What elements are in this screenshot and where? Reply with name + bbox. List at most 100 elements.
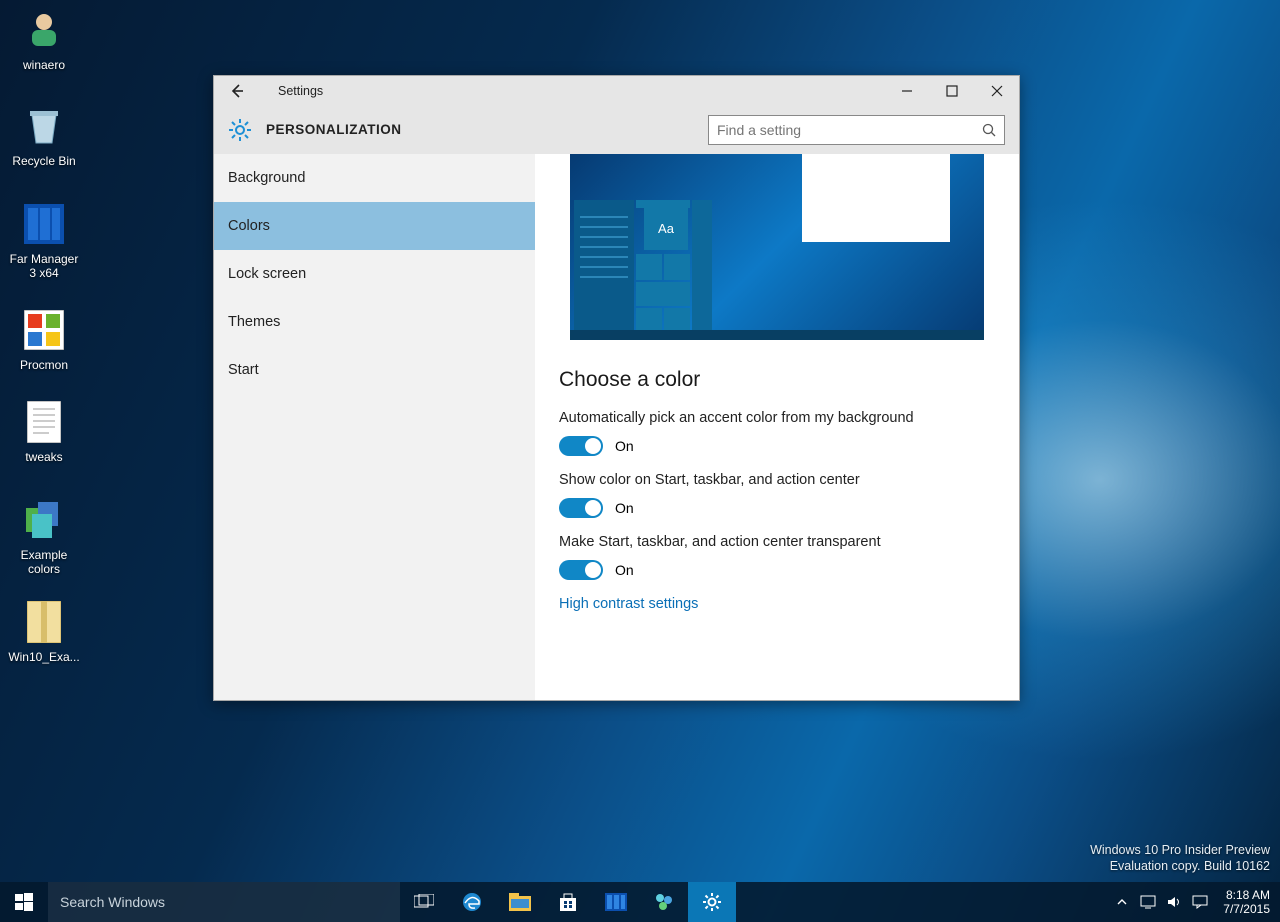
taskbar-app-far-manager[interactable] <box>592 882 640 922</box>
sidebar-item-label: Colors <box>228 218 270 234</box>
maximize-button[interactable] <box>929 76 974 106</box>
network-icon <box>1140 895 1156 909</box>
taskbar-app-edge[interactable] <box>448 882 496 922</box>
watermark-line: Evaluation copy. Build 10162 <box>1090 858 1270 874</box>
windows-logo-icon <box>15 893 33 911</box>
desktop-icon-winaero[interactable]: winaero <box>6 6 82 72</box>
close-icon <box>991 85 1003 97</box>
preview-tiles-icon <box>636 200 712 330</box>
gear-icon <box>228 118 252 142</box>
option-label: Automatically pick an accent color from … <box>559 410 995 426</box>
taskbar-clock[interactable]: 8:18 AM 7/7/2015 <box>1213 888 1280 916</box>
option-show-color: Show color on Start, taskbar, and action… <box>559 472 995 518</box>
app-icon <box>653 891 675 913</box>
desktop: winaero Recycle Bin Far Manager 3 x64 Pr… <box>0 0 1280 922</box>
taskbar-search-placeholder: Search Windows <box>60 894 165 910</box>
desktop-icon-recycle-bin[interactable]: Recycle Bin <box>6 102 82 168</box>
chevron-up-icon <box>1117 897 1127 907</box>
desktop-icon-procmon[interactable]: Procmon <box>6 306 82 372</box>
header-title: PERSONALIZATION <box>266 122 402 137</box>
action-center-icon <box>1192 895 1208 909</box>
taskbar-app-explorer[interactable] <box>496 882 544 922</box>
titlebar[interactable]: Settings <box>214 76 1019 106</box>
option-label: Show color on Start, taskbar, and action… <box>559 472 995 488</box>
zip-file-icon <box>20 598 68 646</box>
toggle-auto-accent[interactable] <box>559 436 603 456</box>
registry-icon <box>20 496 68 544</box>
minimize-button[interactable] <box>884 76 929 106</box>
section-heading: Choose a color <box>559 368 995 392</box>
sidebar-item-label: Themes <box>228 314 280 330</box>
edge-icon <box>461 891 483 913</box>
back-arrow-icon <box>229 83 245 99</box>
desktop-icon-label: winaero <box>6 58 82 72</box>
sidebar-item-start[interactable]: Start <box>214 346 535 394</box>
app-icon <box>605 893 627 911</box>
gear-icon <box>702 892 722 912</box>
watermark-line: Windows 10 Pro Insider Preview <box>1090 842 1270 858</box>
tray-network-button[interactable] <box>1135 882 1161 922</box>
sidebar: Background Colors Lock screen Themes Sta… <box>214 154 535 700</box>
desktop-icon-label: tweaks <box>6 450 82 464</box>
start-button[interactable] <box>0 882 48 922</box>
desktop-icon-label: Recycle Bin <box>6 154 82 168</box>
preview-window-icon <box>802 154 950 242</box>
desktop-icon-label: Far Manager 3 x64 <box>6 252 82 280</box>
desktop-icon-far-manager[interactable]: Far Manager 3 x64 <box>6 200 82 280</box>
back-button[interactable] <box>214 76 260 106</box>
option-transparent: Make Start, taskbar, and action center t… <box>559 534 995 580</box>
desktop-icon-label: Example colors <box>6 548 82 576</box>
search-input[interactable] <box>717 122 982 138</box>
taskbar: Search Windows 8:18 AM <box>0 882 1280 922</box>
sidebar-item-label: Start <box>228 362 259 378</box>
sidebar-item-label: Background <box>228 170 305 186</box>
desktop-icon-label: Win10_Exa... <box>6 650 82 664</box>
high-contrast-link[interactable]: High contrast settings <box>559 596 995 612</box>
clock-date: 7/7/2015 <box>1223 902 1270 916</box>
toggle-state-label: On <box>615 438 634 454</box>
recycle-bin-icon <box>20 102 68 150</box>
sidebar-item-background[interactable]: Background <box>214 154 535 202</box>
search-icon <box>982 123 996 137</box>
minimize-icon <box>901 85 913 97</box>
sidebar-item-lock-screen[interactable]: Lock screen <box>214 250 535 298</box>
maximize-icon <box>946 85 958 97</box>
sidebar-item-label: Lock screen <box>228 266 306 282</box>
taskbar-app-settings[interactable] <box>688 882 736 922</box>
build-watermark: Windows 10 Pro Insider Preview Evaluatio… <box>1090 842 1270 874</box>
toggle-state-label: On <box>615 562 634 578</box>
tray-volume-button[interactable] <box>1161 882 1187 922</box>
taskbar-app-winaero[interactable] <box>640 882 688 922</box>
tray-action-center-button[interactable] <box>1187 882 1213 922</box>
taskbar-app-store[interactable] <box>544 882 592 922</box>
window-title: Settings <box>260 84 323 98</box>
desktop-icon-tweaks[interactable]: tweaks <box>6 398 82 464</box>
folder-icon <box>509 893 531 911</box>
app-icon <box>20 200 68 248</box>
tray-overflow-button[interactable] <box>1109 882 1135 922</box>
close-button[interactable] <box>974 76 1019 106</box>
desktop-icon-win10-zip[interactable]: Win10_Exa... <box>6 598 82 664</box>
desktop-icon-label: Procmon <box>6 358 82 372</box>
clock-time: 8:18 AM <box>1223 888 1270 902</box>
color-preview: Aa <box>570 154 984 340</box>
preview-start-icon <box>574 200 634 330</box>
app-icon <box>20 306 68 354</box>
task-view-button[interactable] <box>400 882 448 922</box>
sidebar-item-themes[interactable]: Themes <box>214 298 535 346</box>
sidebar-item-colors[interactable]: Colors <box>214 202 535 250</box>
store-icon <box>558 892 578 912</box>
taskbar-search[interactable]: Search Windows <box>48 882 400 922</box>
toggle-transparent[interactable] <box>559 560 603 580</box>
desktop-icon-example-colors[interactable]: Example colors <box>6 496 82 576</box>
volume-icon <box>1166 895 1182 909</box>
settings-window: Settings PERSONALIZATION Background Colo… <box>213 75 1020 701</box>
toggle-state-label: On <box>615 500 634 516</box>
settings-header: PERSONALIZATION <box>214 106 1019 154</box>
text-file-icon <box>20 398 68 446</box>
search-box[interactable] <box>708 115 1005 145</box>
option-label: Make Start, taskbar, and action center t… <box>559 534 995 550</box>
toggle-show-color[interactable] <box>559 498 603 518</box>
system-tray: 8:18 AM 7/7/2015 <box>1109 882 1280 922</box>
task-view-icon <box>414 894 434 910</box>
